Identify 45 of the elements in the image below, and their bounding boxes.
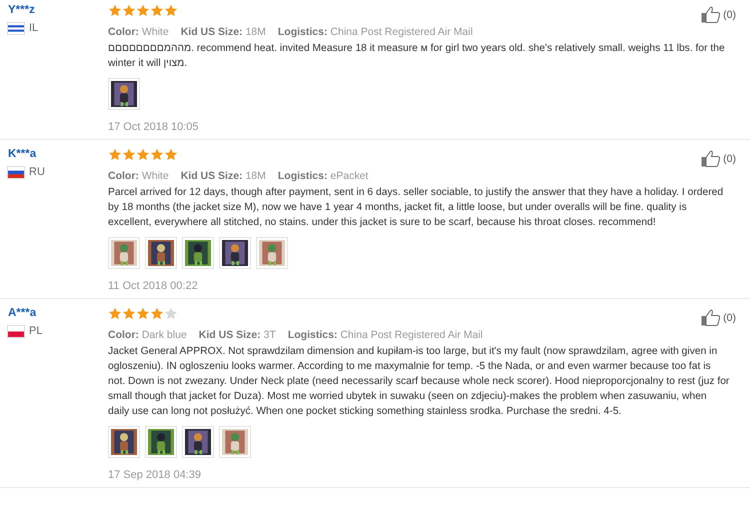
review-text: Jacket General APPROX. Not sprawdzilam dimension and kupiłam-is too large, but it's my fault (now sprawdzilam, agree with given in ogloszeniu). IN ogloszeniu looks warmer. According to me maxymalnie for temp. -5 the Nada, or and even warmer because too fat is not. Down is not zwezany. Under Neck plate (need necessarily scarf because whole neck scorer). Hood nieproporcjonalny to rest (juz for small though that jacket for Duza). Most me worried ubytek in suwaku (seen on zdjeciu)-makes the problem when zasuwaniu, when daily use can long not posłużyć. When one pocket sticking something stainless srodka. Purchase the sredni. 4-5.: [108, 345, 730, 419]
like-count: (0): [723, 312, 736, 324]
star-icon: [164, 4, 178, 17]
review-text: מההמםםםםםםםם. recommend heat. invited Measure 18 it measure м for girl two years old. she's relatively small. weighs 11 lbs. for the winter it will מצוין.: [108, 42, 726, 71]
star-icon: [164, 148, 178, 161]
product-attribute: Kid US Size: 18M: [180, 26, 266, 38]
product-attribute: Kid US Size: 18M: [180, 170, 266, 182]
like-count: (0): [723, 152, 736, 164]
product-attribute: Logistics: China Post Registered Air Mail: [278, 26, 473, 38]
star-icon: [150, 307, 164, 320]
star-icon: [136, 4, 150, 17]
like-count: (0): [723, 8, 736, 20]
star-icon: [136, 148, 150, 161]
star-icon: [136, 307, 150, 320]
star-icon: [122, 148, 136, 161]
country-code: IL: [29, 22, 38, 34]
reviewer-name[interactable]: K***a: [8, 148, 108, 160]
star-icon: [164, 307, 178, 320]
reviewer-name[interactable]: Y***z: [8, 4, 108, 16]
star-icon: [150, 148, 164, 161]
star-icon: [150, 4, 164, 17]
review-date: 11 Oct 2018 00:22: [108, 280, 199, 292]
star-icon: [108, 307, 122, 320]
product-attribute: Color: White: [108, 170, 169, 182]
product-attribute: Color: Dark blue: [108, 329, 187, 341]
product-attribute: Logistics: China Post Registered Air Mail: [288, 329, 483, 341]
flag-icon: [8, 166, 24, 178]
flag-icon: [8, 326, 24, 336]
reviewer-name[interactable]: A***a: [8, 307, 108, 319]
review-date: 17 Oct 2018 10:05: [108, 121, 200, 133]
star-icon: [122, 4, 136, 17]
star-icon: [108, 148, 122, 161]
review-text: Parcel arrived for 12 days, though after payment, sent in 6 days. seller sociable, to justify the answer that they have a holiday. I ordered by 18 months (the jacket size M), now we have 1 year 4 months, jacket fit, a little loose, but under overalls will be fine. quality is excellent, everywhere all stitched, no stains. under this jacket is sure to be scarf, because his throat closes. recommend!: [108, 186, 724, 230]
star-icon: [108, 4, 122, 17]
product-attribute: Logistics: ePacket: [278, 170, 368, 182]
product-attribute: Kid US Size: 3T: [198, 329, 276, 341]
review-date: 17 Sep 2018 04:39: [108, 469, 202, 481]
country-code: RU: [29, 166, 45, 178]
flag-icon: [8, 22, 24, 34]
thumbs-up-icon[interactable]: [701, 150, 722, 167]
product-attribute: Color: White: [108, 26, 169, 38]
thumbs-up-icon[interactable]: [701, 6, 722, 23]
star-icon: [122, 307, 136, 320]
thumbs-up-icon[interactable]: [701, 309, 722, 326]
country-code: PL: [29, 325, 42, 337]
